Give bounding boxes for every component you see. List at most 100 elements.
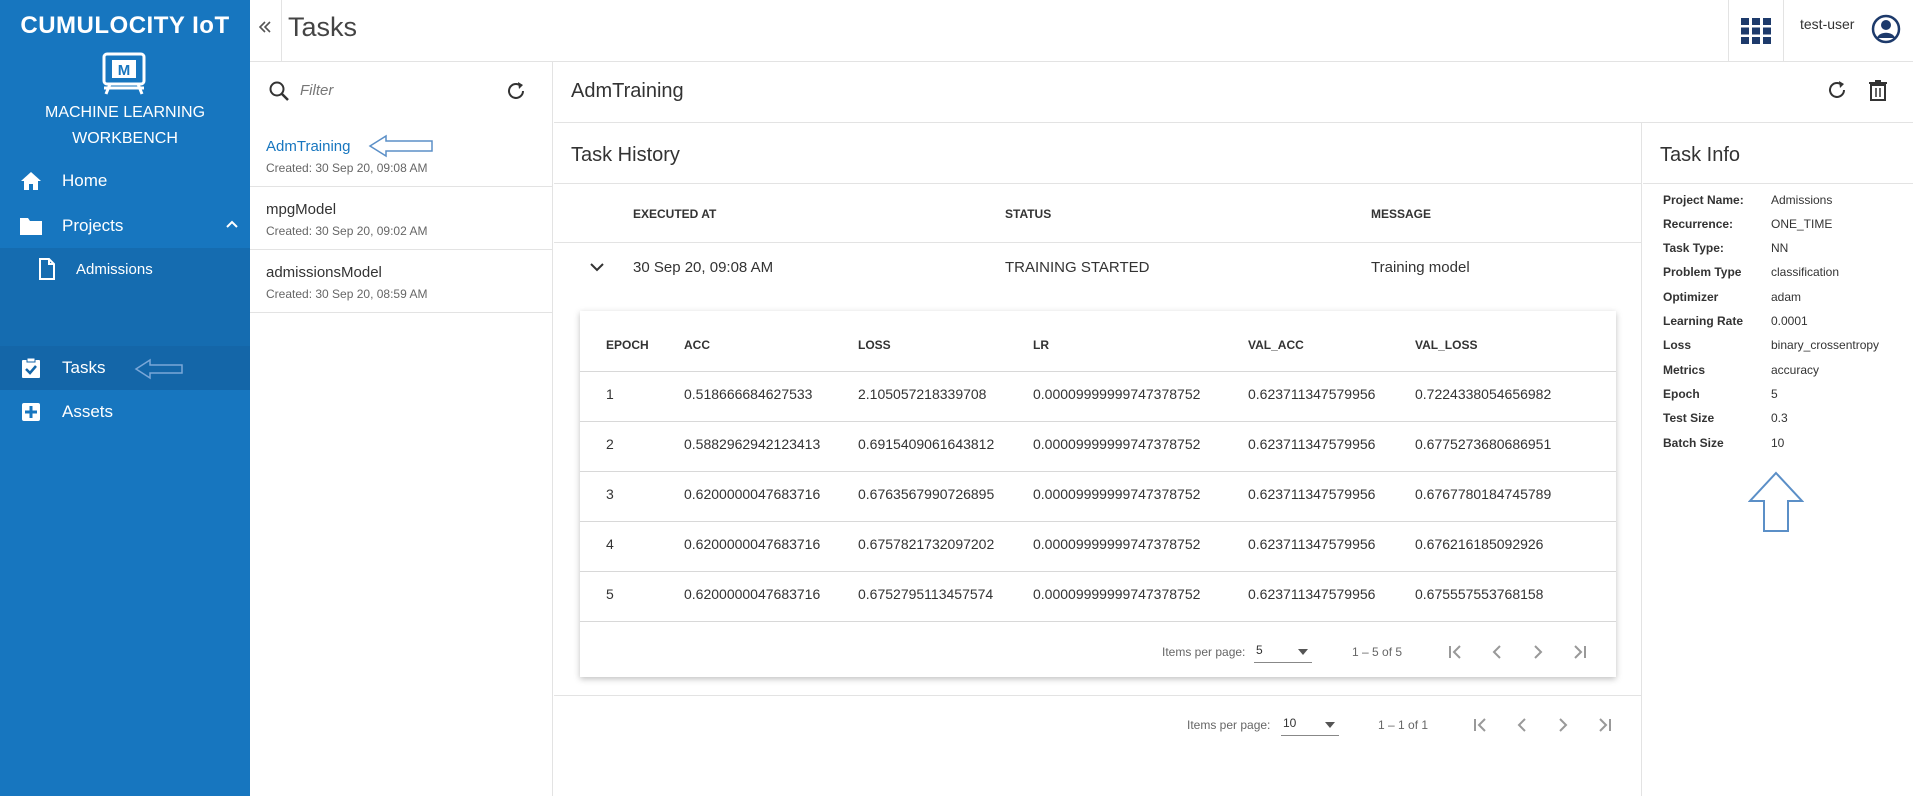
info-key: Learning Rate xyxy=(1663,314,1744,328)
history-executed-at: 30 Sep 20, 09:08 AM xyxy=(633,259,774,276)
acc-cell: 0.6200000047683716 xyxy=(684,536,821,552)
previous-page-button[interactable] xyxy=(1486,641,1508,663)
info-value: 0.0001 xyxy=(1771,314,1808,328)
refresh-task-icon[interactable] xyxy=(1826,79,1848,101)
chevron-right-icon xyxy=(1559,718,1568,732)
val-loss-cell: 0.676216185092926 xyxy=(1415,536,1544,552)
page-title: Tasks xyxy=(288,12,358,42)
column-header-status[interactable]: STATUS xyxy=(1005,207,1051,221)
info-value: adam xyxy=(1771,290,1802,304)
nav-home[interactable]: Home xyxy=(0,159,250,203)
workbench-logo-icon: M xyxy=(102,52,146,95)
lr-cell: 0.00009999999747378752 xyxy=(1033,386,1201,402)
info-value: NN xyxy=(1771,241,1789,255)
history-status: TRAINING STARTED xyxy=(1005,259,1150,276)
user-name[interactable]: test-user xyxy=(1800,16,1854,32)
last-page-button[interactable] xyxy=(1568,641,1590,663)
first-page-icon xyxy=(1449,645,1461,659)
topbar-divider xyxy=(281,0,282,62)
task-item-mpgmodel[interactable]: mpgModel Created: 30 Sep 20, 09:02 AM xyxy=(250,187,553,250)
nav-home-label: Home xyxy=(62,171,108,190)
filter-row xyxy=(250,62,553,124)
previous-page-button[interactable] xyxy=(1511,714,1533,736)
user-avatar-icon[interactable] xyxy=(1871,14,1901,44)
items-per-page-label: Items per page: xyxy=(1162,645,1246,659)
info-key: Recurrence: xyxy=(1663,217,1734,231)
info-value: 5 xyxy=(1771,387,1778,401)
items-per-page-label: Items per page: xyxy=(1187,718,1271,732)
task-created: Created: 30 Sep 20, 09:08 AM xyxy=(266,161,428,175)
chevron-left-icon xyxy=(1517,718,1526,732)
acc-cell: 0.5882962942123413 xyxy=(684,436,821,452)
next-page-button[interactable] xyxy=(1552,714,1574,736)
search-icon xyxy=(269,81,289,101)
info-value: 0.3 xyxy=(1771,411,1788,425)
refresh-list-icon[interactable] xyxy=(505,80,527,102)
nav-projects-label: Projects xyxy=(62,216,124,235)
info-key: Task Type: xyxy=(1663,241,1724,255)
task-title: AdmTraining xyxy=(571,80,684,102)
task-created: Created: 30 Sep 20, 09:02 AM xyxy=(266,224,428,238)
first-page-button[interactable] xyxy=(1470,714,1492,736)
first-page-button[interactable] xyxy=(1445,641,1467,663)
val-loss-cell: 0.675557553768158 xyxy=(1415,586,1544,602)
val-loss-cell: 0.7224338054656982 xyxy=(1415,386,1552,402)
items-per-page-select[interactable]: 5 xyxy=(1254,641,1312,663)
next-page-button[interactable] xyxy=(1527,641,1549,663)
info-key: Problem Type xyxy=(1663,265,1742,279)
chevron-up-icon[interactable] xyxy=(226,219,238,229)
last-page-icon xyxy=(1574,645,1586,659)
column-header-executed-at[interactable]: EXECUTED AT xyxy=(633,207,716,221)
divider xyxy=(580,471,1616,472)
task-name: mpgModel xyxy=(266,201,337,218)
items-per-page-select[interactable]: 10 xyxy=(1281,714,1339,736)
task-item-admtraining[interactable]: AdmTraining Created: 30 Sep 20, 09:08 AM xyxy=(250,124,553,187)
nav-assets[interactable]: Assets xyxy=(0,390,250,434)
divider xyxy=(554,183,1642,184)
val-acc-cell: 0.623711347579956 xyxy=(1248,536,1376,552)
nav-tasks[interactable]: Tasks xyxy=(0,346,250,390)
grid-apps-icon xyxy=(1741,18,1771,44)
delete-task-icon[interactable] xyxy=(1868,79,1888,101)
task-info-title: Task Info xyxy=(1660,144,1741,166)
last-page-button[interactable] xyxy=(1593,714,1615,736)
home-icon xyxy=(18,168,44,194)
nav-projects[interactable]: Projects xyxy=(0,204,250,248)
brand-logo-text: CUMULOCITY IoT xyxy=(20,12,230,39)
app-switcher-button[interactable] xyxy=(1728,0,1784,62)
divider xyxy=(580,621,1616,622)
epoch-column-header: LOSS xyxy=(858,338,891,352)
val-acc-cell: 0.623711347579956 xyxy=(1248,586,1376,602)
annotation-arrow-left-icon xyxy=(134,358,183,380)
annotation-arrow-left-icon xyxy=(368,134,433,158)
info-value: binary_crossentropy xyxy=(1771,338,1880,352)
loss-cell: 2.105057218339708 xyxy=(858,386,987,402)
task-item-admissionsmodel[interactable]: admissionsModel Created: 30 Sep 20, 08:5… xyxy=(250,250,553,313)
history-message: Training model xyxy=(1371,259,1470,276)
task-name: admissionsModel xyxy=(266,264,382,281)
chevron-left-icon xyxy=(1492,645,1501,659)
divider xyxy=(580,421,1616,422)
info-value: Admissions xyxy=(1771,193,1833,207)
task-created: Created: 30 Sep 20, 08:59 AM xyxy=(266,287,428,301)
sidebar: CUMULOCITY IoT M MACHINE LEARNING WORKBE… xyxy=(0,0,250,796)
val-acc-cell: 0.623711347579956 xyxy=(1248,386,1376,402)
epoch-cell: 1 xyxy=(606,386,614,402)
nav-admissions[interactable]: Admissions xyxy=(0,248,250,290)
folder-icon xyxy=(18,213,44,239)
caret-down-icon xyxy=(1325,722,1335,728)
epoch-cell: 5 xyxy=(606,586,614,602)
app-name: MACHINE LEARNING WORKBENCH xyxy=(0,100,250,152)
info-value: ONE_TIME xyxy=(1771,217,1833,231)
filter-input[interactable] xyxy=(300,82,490,99)
divider xyxy=(580,521,1616,522)
divider xyxy=(554,695,1642,696)
acc-cell: 0.518666684627533 xyxy=(684,386,813,402)
loss-cell: 0.6915409061643812 xyxy=(858,436,995,452)
acc-cell: 0.6200000047683716 xyxy=(684,586,821,602)
column-header-message[interactable]: MESSAGE xyxy=(1371,207,1431,221)
acc-cell: 0.6200000047683716 xyxy=(684,486,821,502)
chevron-down-icon[interactable] xyxy=(589,261,605,273)
info-key: Metrics xyxy=(1663,363,1706,377)
collapse-sidebar-button[interactable] xyxy=(258,14,278,42)
